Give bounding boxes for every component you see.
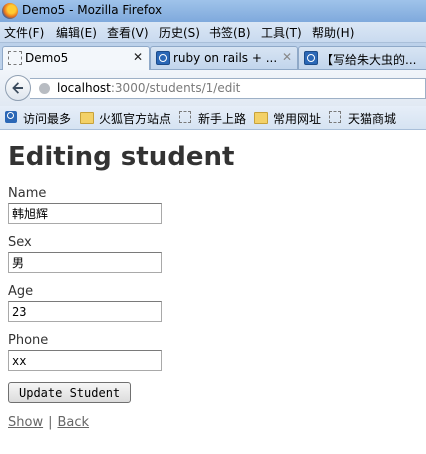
menu-view[interactable]: 查看(V) [107, 24, 149, 41]
show-link[interactable]: Show [8, 415, 43, 430]
folder-icon [80, 112, 94, 124]
bookmark-search-icon [5, 111, 17, 123]
bookmark-most-visited[interactable]: 访问最多 [23, 110, 71, 127]
link-separator: | [48, 415, 53, 430]
window-title: Demo5 - Mozilla Firefox [22, 3, 163, 17]
name-field[interactable] [8, 203, 162, 224]
age-label: Age [8, 284, 34, 299]
back-arrow-icon [12, 82, 23, 94]
tab-label: ruby on rails + ... [173, 51, 278, 65]
url-text: localhost:3000/students/1/edit [57, 81, 240, 95]
close-tab-icon[interactable]: ✕ [133, 50, 143, 64]
footer-links: Show | Back [8, 415, 89, 430]
page-icon [179, 111, 191, 123]
age-field[interactable] [8, 301, 162, 322]
folder-icon [254, 112, 268, 124]
page-icon [329, 111, 341, 123]
bookmarks-toolbar: 访问最多 火狐官方站点 新手上路 常用网址 天猫商城 [0, 106, 426, 130]
sex-field[interactable] [8, 252, 162, 273]
tab-label: Demo5 [25, 51, 69, 65]
menu-history[interactable]: 历史(S) [159, 24, 200, 41]
firefox-logo-icon [2, 3, 18, 19]
navigation-bar: localhost:3000/students/1/edit [0, 70, 426, 106]
update-student-button[interactable]: Update Student [8, 382, 132, 403]
page-favicon-icon [8, 51, 22, 65]
url-host: localhost [57, 81, 111, 95]
phone-label: Phone [8, 333, 49, 348]
site-favicon-icon [156, 51, 170, 65]
tab-third[interactable]: 【写给朱大虫的... [298, 46, 426, 69]
close-tab-icon[interactable]: ✕ [282, 50, 292, 64]
bookmark-tmall[interactable]: 天猫商城 [348, 110, 396, 127]
back-link[interactable]: Back [57, 415, 89, 430]
menu-bookmarks[interactable]: 书签(B) [209, 24, 251, 41]
phone-field[interactable] [8, 350, 162, 371]
tab-ruby-on-rails[interactable]: ruby on rails + ... ✕ [150, 46, 298, 69]
back-button[interactable] [5, 75, 31, 101]
url-bar[interactable]: localhost:3000/students/1/edit [30, 78, 426, 99]
name-label: Name [8, 186, 47, 201]
menu-bar: 文件(F) 编辑(E) 查看(V) 历史(S) 书签(B) 工具(T) 帮助(H… [0, 22, 426, 43]
menu-tools[interactable]: 工具(T) [261, 24, 302, 41]
tab-label: 【写给朱大虫的... [321, 53, 417, 67]
url-path: :3000/students/1/edit [110, 81, 241, 95]
menu-file[interactable]: 文件(F) [4, 24, 44, 41]
bookmark-firefox-site[interactable]: 火狐官方站点 [99, 110, 171, 127]
tab-demo5[interactable]: Demo5 ✕ [2, 46, 150, 70]
site-favicon-icon [304, 51, 318, 65]
sex-label: Sex [8, 235, 32, 250]
page-title: Editing student [8, 142, 235, 172]
window-title-bar: Demo5 - Mozilla Firefox [0, 0, 426, 22]
site-identity-icon[interactable] [39, 83, 50, 94]
tab-strip: Demo5 ✕ ruby on rails + ... ✕ 【写给朱大虫的... [0, 43, 426, 70]
bookmark-getting-started[interactable]: 新手上路 [198, 110, 246, 127]
menu-help[interactable]: 帮助(H) [312, 24, 354, 41]
bookmark-common-sites[interactable]: 常用网址 [273, 110, 321, 127]
menu-edit[interactable]: 编辑(E) [56, 24, 97, 41]
